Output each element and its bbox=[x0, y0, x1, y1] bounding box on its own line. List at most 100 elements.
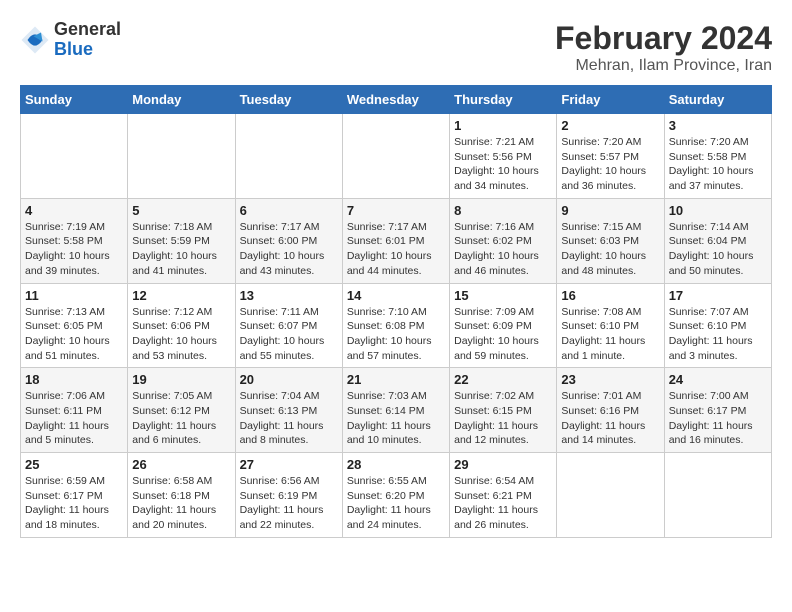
day-info: Sunrise: 7:02 AM Sunset: 6:15 PM Dayligh… bbox=[454, 389, 552, 448]
day-info: Sunrise: 7:12 AM Sunset: 6:06 PM Dayligh… bbox=[132, 305, 230, 364]
calendar-cell bbox=[557, 453, 664, 538]
calendar-cell: 17Sunrise: 7:07 AM Sunset: 6:10 PM Dayli… bbox=[664, 283, 771, 368]
day-info: Sunrise: 7:01 AM Sunset: 6:16 PM Dayligh… bbox=[561, 389, 659, 448]
day-number: 13 bbox=[240, 288, 338, 303]
calendar-cell: 27 Sunrise: 6:56 AM Sunset: 6:19 PM Dayli… bbox=[235, 453, 342, 538]
logo: General Blue bbox=[20, 20, 121, 60]
calendar-cell: 29 Sunrise: 6:54 AM Sunset: 6:21 PM Dayli… bbox=[450, 453, 557, 538]
header-cell-tuesday: Tuesday bbox=[235, 86, 342, 114]
header-cell-thursday: Thursday bbox=[450, 86, 557, 114]
logo-icon bbox=[20, 25, 50, 55]
calendar-cell: 23 Sunrise: 7:01 AM Sunset: 6:16 PM Dayli… bbox=[557, 368, 664, 453]
day-number: 25 bbox=[25, 457, 123, 472]
calendar-cell bbox=[235, 114, 342, 199]
week-row-1: 4Sunrise: 7:19 AM Sunset: 5:58 PM Daylig… bbox=[21, 198, 772, 283]
day-number: 10 bbox=[669, 203, 767, 218]
day-info: Sunrise: 6:55 AM Sunset: 6:20 PM Dayligh… bbox=[347, 474, 445, 533]
day-info: Sunrise: 7:06 AM Sunset: 6:11 PM Dayligh… bbox=[25, 389, 123, 448]
day-info: Sunrise: 7:21 AM Sunset: 5:56 PM Dayligh… bbox=[454, 135, 552, 194]
day-number: 22 bbox=[454, 372, 552, 387]
day-number: 19 bbox=[132, 372, 230, 387]
day-info: Sunrise: 7:09 AM Sunset: 6:09 PM Dayligh… bbox=[454, 305, 552, 364]
calendar-cell: 15 Sunrise: 7:09 AM Sunset: 6:09 PM Dayli… bbox=[450, 283, 557, 368]
day-number: 23 bbox=[561, 372, 659, 387]
day-number: 6 bbox=[240, 203, 338, 218]
day-number: 15 bbox=[454, 288, 552, 303]
day-number: 24 bbox=[669, 372, 767, 387]
day-number: 17 bbox=[669, 288, 767, 303]
calendar-cell: 13 Sunrise: 7:11 AM Sunset: 6:07 PM Dayli… bbox=[235, 283, 342, 368]
day-info: Sunrise: 7:19 AM Sunset: 5:58 PM Dayligh… bbox=[25, 220, 123, 279]
day-info: Sunrise: 7:20 AM Sunset: 5:57 PM Dayligh… bbox=[561, 135, 659, 194]
main-title: February 2024 bbox=[555, 20, 772, 57]
calendar-cell: 12 Sunrise: 7:12 AM Sunset: 6:06 PM Dayli… bbox=[128, 283, 235, 368]
title-area: February 2024 Mehran, Ilam Province, Ira… bbox=[555, 20, 772, 75]
logo-text: General Blue bbox=[54, 20, 121, 60]
day-info: Sunrise: 7:08 AM Sunset: 6:10 PM Dayligh… bbox=[561, 305, 659, 364]
calendar-cell bbox=[664, 453, 771, 538]
calendar-cell: 19 Sunrise: 7:05 AM Sunset: 6:12 PM Dayli… bbox=[128, 368, 235, 453]
day-number: 5 bbox=[132, 203, 230, 218]
header-cell-monday: Monday bbox=[128, 86, 235, 114]
day-info: Sunrise: 7:13 AM Sunset: 6:05 PM Dayligh… bbox=[25, 305, 123, 364]
day-info: Sunrise: 6:54 AM Sunset: 6:21 PM Dayligh… bbox=[454, 474, 552, 533]
calendar-cell: 20 Sunrise: 7:04 AM Sunset: 6:13 PM Dayli… bbox=[235, 368, 342, 453]
calendar-cell: 16 Sunrise: 7:08 AM Sunset: 6:10 PM Dayli… bbox=[557, 283, 664, 368]
calendar-cell: 14Sunrise: 7:10 AM Sunset: 6:08 PM Dayli… bbox=[342, 283, 449, 368]
day-number: 3 bbox=[669, 118, 767, 133]
day-info: Sunrise: 7:04 AM Sunset: 6:13 PM Dayligh… bbox=[240, 389, 338, 448]
day-info: Sunrise: 7:00 AM Sunset: 6:17 PM Dayligh… bbox=[669, 389, 767, 448]
day-info: Sunrise: 7:14 AM Sunset: 6:04 PM Dayligh… bbox=[669, 220, 767, 279]
calendar-cell: 9Sunrise: 7:15 AM Sunset: 6:03 PM Daylig… bbox=[557, 198, 664, 283]
day-number: 11 bbox=[25, 288, 123, 303]
day-info: Sunrise: 7:20 AM Sunset: 5:58 PM Dayligh… bbox=[669, 135, 767, 194]
calendar-cell: 25 Sunrise: 6:59 AM Sunset: 6:17 PM Dayli… bbox=[21, 453, 128, 538]
day-info: Sunrise: 7:18 AM Sunset: 5:59 PM Dayligh… bbox=[132, 220, 230, 279]
calendar-cell bbox=[342, 114, 449, 199]
day-number: 18 bbox=[25, 372, 123, 387]
calendar-cell: 2Sunrise: 7:20 AM Sunset: 5:57 PM Daylig… bbox=[557, 114, 664, 199]
week-row-0: 1 Sunrise: 7:21 AM Sunset: 5:56 PM Daylig… bbox=[21, 114, 772, 199]
header: General Blue February 2024 Mehran, Ilam … bbox=[20, 20, 772, 75]
day-number: 9 bbox=[561, 203, 659, 218]
week-row-2: 11 Sunrise: 7:13 AM Sunset: 6:05 PM Dayli… bbox=[21, 283, 772, 368]
day-number: 27 bbox=[240, 457, 338, 472]
day-info: Sunrise: 7:11 AM Sunset: 6:07 PM Dayligh… bbox=[240, 305, 338, 364]
day-info: Sunrise: 7:05 AM Sunset: 6:12 PM Dayligh… bbox=[132, 389, 230, 448]
day-number: 16 bbox=[561, 288, 659, 303]
calendar-cell: 10 Sunrise: 7:14 AM Sunset: 6:04 PM Dayli… bbox=[664, 198, 771, 283]
day-info: Sunrise: 7:17 AM Sunset: 6:00 PM Dayligh… bbox=[240, 220, 338, 279]
day-number: 28 bbox=[347, 457, 445, 472]
day-number: 20 bbox=[240, 372, 338, 387]
calendar-cell: 4Sunrise: 7:19 AM Sunset: 5:58 PM Daylig… bbox=[21, 198, 128, 283]
logo-blue-text: Blue bbox=[54, 40, 121, 60]
day-number: 12 bbox=[132, 288, 230, 303]
calendar-cell: 26Sunrise: 6:58 AM Sunset: 6:18 PM Dayli… bbox=[128, 453, 235, 538]
day-info: Sunrise: 7:03 AM Sunset: 6:14 PM Dayligh… bbox=[347, 389, 445, 448]
calendar-cell: 6 Sunrise: 7:17 AM Sunset: 6:00 PM Daylig… bbox=[235, 198, 342, 283]
calendar-cell: 8Sunrise: 7:16 AM Sunset: 6:02 PM Daylig… bbox=[450, 198, 557, 283]
calendar-cell: 24 Sunrise: 7:00 AM Sunset: 6:17 PM Dayli… bbox=[664, 368, 771, 453]
subtitle: Mehran, Ilam Province, Iran bbox=[555, 57, 772, 75]
day-info: Sunrise: 6:59 AM Sunset: 6:17 PM Dayligh… bbox=[25, 474, 123, 533]
calendar-cell bbox=[21, 114, 128, 199]
day-number: 7 bbox=[347, 203, 445, 218]
day-number: 26 bbox=[132, 457, 230, 472]
header-row: SundayMondayTuesdayWednesdayThursdayFrid… bbox=[21, 86, 772, 114]
day-info: Sunrise: 6:56 AM Sunset: 6:19 PM Dayligh… bbox=[240, 474, 338, 533]
day-info: Sunrise: 7:17 AM Sunset: 6:01 PM Dayligh… bbox=[347, 220, 445, 279]
day-number: 21 bbox=[347, 372, 445, 387]
day-number: 29 bbox=[454, 457, 552, 472]
calendar-cell: 28 Sunrise: 6:55 AM Sunset: 6:20 PM Dayli… bbox=[342, 453, 449, 538]
header-cell-sunday: Sunday bbox=[21, 86, 128, 114]
header-cell-friday: Friday bbox=[557, 86, 664, 114]
day-number: 14 bbox=[347, 288, 445, 303]
calendar-cell: 21 Sunrise: 7:03 AM Sunset: 6:14 PM Dayli… bbox=[342, 368, 449, 453]
calendar-cell: 22 Sunrise: 7:02 AM Sunset: 6:15 PM Dayli… bbox=[450, 368, 557, 453]
logo-general-text: General bbox=[54, 20, 121, 40]
calendar-cell bbox=[128, 114, 235, 199]
calendar-table: SundayMondayTuesdayWednesdayThursdayFrid… bbox=[20, 85, 772, 538]
day-number: 1 bbox=[454, 118, 552, 133]
calendar-cell: 11 Sunrise: 7:13 AM Sunset: 6:05 PM Dayli… bbox=[21, 283, 128, 368]
calendar-cell: 5 Sunrise: 7:18 AM Sunset: 5:59 PM Daylig… bbox=[128, 198, 235, 283]
